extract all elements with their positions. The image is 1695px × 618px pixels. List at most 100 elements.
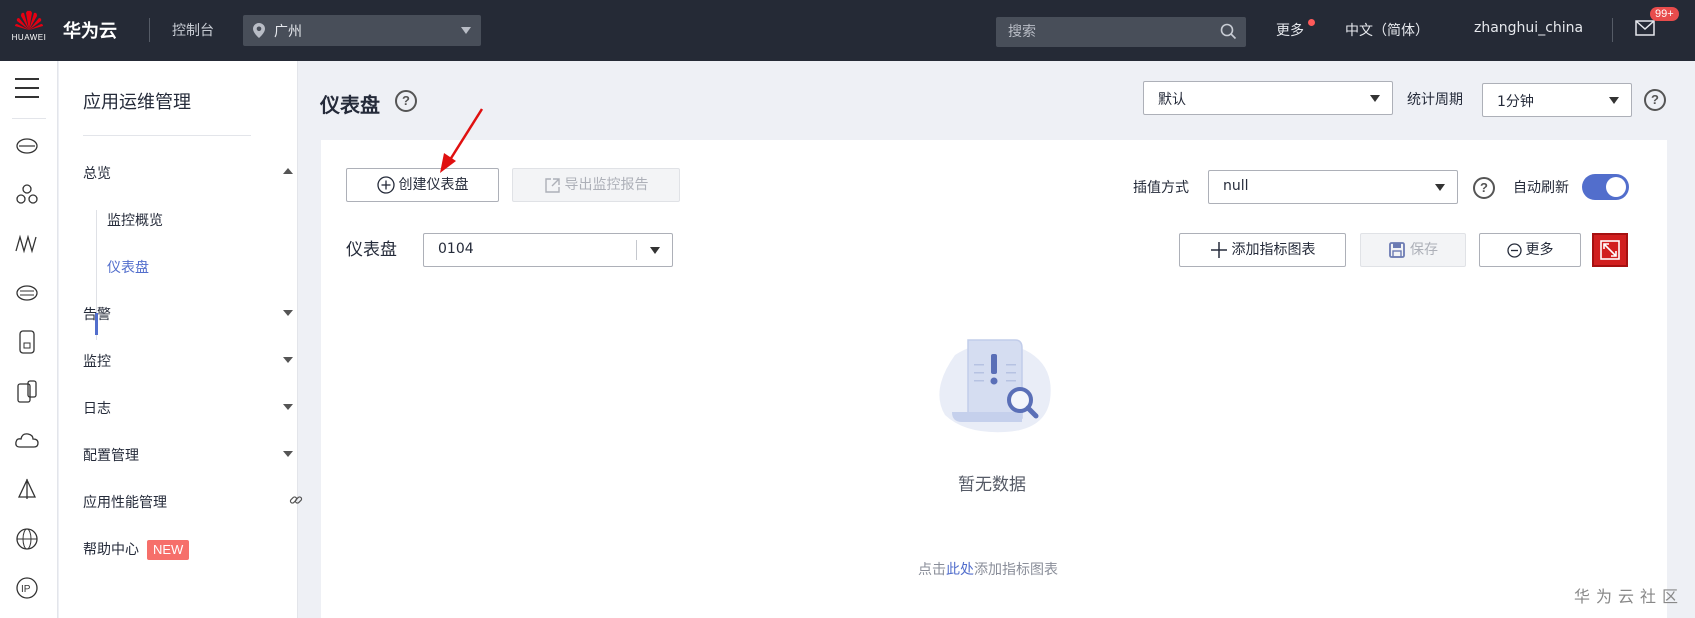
interpolation-select[interactable]: null — [1208, 170, 1458, 204]
divider — [149, 18, 150, 42]
sidebar-item-label: 监控 — [83, 354, 111, 370]
top-navigation-bar: HUAWEI 华为云 控制台 广州 更多 中文（简体） zhanghui_chi… — [0, 0, 1695, 61]
watermark: 华为云社区 — [1574, 587, 1685, 606]
search-icon[interactable] — [1220, 23, 1237, 40]
auto-refresh-toggle[interactable] — [1582, 174, 1629, 200]
hint-suffix: 添加指标图表 — [974, 562, 1058, 578]
export-icon — [544, 177, 560, 193]
help-icon[interactable]: ? — [1473, 177, 1495, 199]
sail-icon[interactable] — [14, 477, 40, 503]
sidebar-item-label: 应用性能管理 — [83, 495, 167, 511]
period-select[interactable]: 1分钟 — [1482, 83, 1632, 117]
button-label: 添加指标图表 — [1231, 242, 1316, 258]
fullscreen-button[interactable] — [1592, 233, 1628, 267]
button-label: 保存 — [1410, 242, 1438, 258]
sidebar-item-monitor[interactable]: 监控 — [83, 351, 293, 371]
annotation-arrow-icon — [440, 108, 484, 173]
auto-refresh-label: 自动刷新 — [1513, 180, 1569, 196]
device-icon[interactable] — [14, 379, 40, 405]
chevron-down-icon — [283, 310, 293, 316]
divider — [83, 135, 251, 136]
sidebar-item-overview[interactable]: 总览 — [83, 163, 293, 183]
username-menu[interactable]: zhanghui_china — [1474, 20, 1583, 36]
plus-icon — [1210, 242, 1227, 258]
region-selector[interactable]: 广州 — [243, 15, 481, 46]
logo-text: HUAWEI — [11, 33, 47, 42]
minus-circle-icon — [1506, 242, 1522, 258]
cloud-server-icon[interactable] — [14, 133, 40, 159]
empty-state-text: 暂无数据 — [958, 475, 1026, 495]
service-icon-rail: IP — [0, 61, 58, 618]
svg-text:IP: IP — [21, 584, 31, 595]
empty-state-hint: 点击此处添加指标图表 — [918, 559, 1058, 579]
add-chart-button[interactable]: 添加指标图表 — [1179, 233, 1346, 267]
location-pin-icon — [253, 23, 265, 38]
select-value: 1分钟 — [1497, 94, 1534, 110]
external-link-icon — [289, 496, 303, 504]
fullscreen-icon — [1600, 240, 1620, 260]
monitor-wave-icon[interactable] — [14, 231, 40, 257]
dashboard-group-select[interactable]: 默认 — [1143, 81, 1393, 115]
storage-icon[interactable] — [14, 280, 40, 306]
huawei-logo[interactable]: HUAWEI — [8, 9, 50, 51]
chevron-down-icon — [283, 357, 293, 363]
sidebar-item-help-center[interactable]: 帮助中心 NEW — [83, 539, 283, 560]
brand-name[interactable]: 华为云 — [63, 17, 117, 43]
network-icon[interactable] — [14, 182, 40, 208]
save-icon — [1389, 242, 1405, 258]
help-icon[interactable]: ? — [395, 90, 417, 112]
sidebar-item-label: 总览 — [83, 166, 111, 182]
globe-icon[interactable] — [14, 526, 40, 552]
divider — [12, 118, 46, 119]
sidebar-item-label: 日志 — [83, 401, 111, 417]
cloud-icon[interactable] — [14, 428, 40, 454]
empty-document-icon — [939, 339, 1051, 433]
new-badge: NEW — [147, 540, 190, 560]
period-label: 统计周期 — [1407, 92, 1463, 108]
divider — [1612, 18, 1613, 42]
interpolation-label: 插值方式 — [1133, 180, 1189, 196]
button-label: 创建仪表盘 — [398, 177, 469, 193]
database-icon[interactable] — [14, 329, 40, 355]
chevron-down-icon — [1370, 95, 1380, 102]
sidebar-item-label: 帮助中心 — [83, 542, 139, 558]
hint-prefix: 点击 — [918, 562, 946, 578]
menu-icon[interactable] — [15, 78, 39, 105]
mail-icon[interactable] — [1635, 20, 1655, 36]
huawei-flower-icon — [15, 10, 43, 31]
select-value: null — [1223, 178, 1249, 194]
console-link[interactable]: 控制台 — [172, 20, 214, 40]
divider — [636, 240, 637, 260]
plus-circle-icon — [376, 176, 395, 194]
sidebar-item-logs[interactable]: 日志 — [83, 398, 293, 418]
notification-dot — [1308, 19, 1315, 26]
add-chart-link[interactable]: 此处 — [946, 562, 974, 578]
sidebar-title: 应用运维管理 — [83, 92, 191, 113]
sidebar-subitem-monitor-overview[interactable]: 监控概览 — [107, 210, 163, 230]
save-button[interactable]: 保存 — [1360, 233, 1466, 267]
select-value: 0104 — [438, 241, 474, 257]
toggle-knob — [1606, 177, 1626, 197]
chevron-up-icon — [283, 168, 293, 174]
language-selector[interactable]: 中文（简体） — [1345, 20, 1429, 40]
sidebar-subitem-dashboard[interactable]: 仪表盘 — [107, 257, 149, 277]
sidebar-item-alarm[interactable]: 告警 — [83, 304, 293, 324]
export-report-button[interactable]: 导出监控报告 — [512, 168, 680, 202]
button-label: 导出监控报告 — [564, 177, 649, 193]
mail-count-badge: 99+ — [1650, 7, 1679, 21]
more-button[interactable]: 更多 — [1479, 233, 1581, 267]
dashboard-label: 仪表盘 — [346, 240, 397, 260]
search-input[interactable] — [996, 17, 1246, 47]
region-value: 广州 — [274, 24, 302, 40]
chevron-down-icon — [650, 247, 660, 254]
button-label: 更多 — [1525, 242, 1554, 258]
ip-icon[interactable]: IP — [14, 575, 40, 601]
help-icon[interactable]: ? — [1644, 89, 1666, 111]
sidebar-item-apm[interactable]: 应用性能管理 — [83, 492, 303, 512]
sidebar-item-label: 告警 — [83, 307, 111, 323]
more-menu[interactable]: 更多 — [1276, 20, 1304, 40]
dashboard-select[interactable]: 0104 — [423, 233, 673, 267]
sidebar-item-config[interactable]: 配置管理 — [83, 445, 293, 465]
page-title: 仪表盘 — [320, 93, 380, 117]
chevron-down-icon — [1609, 97, 1619, 104]
